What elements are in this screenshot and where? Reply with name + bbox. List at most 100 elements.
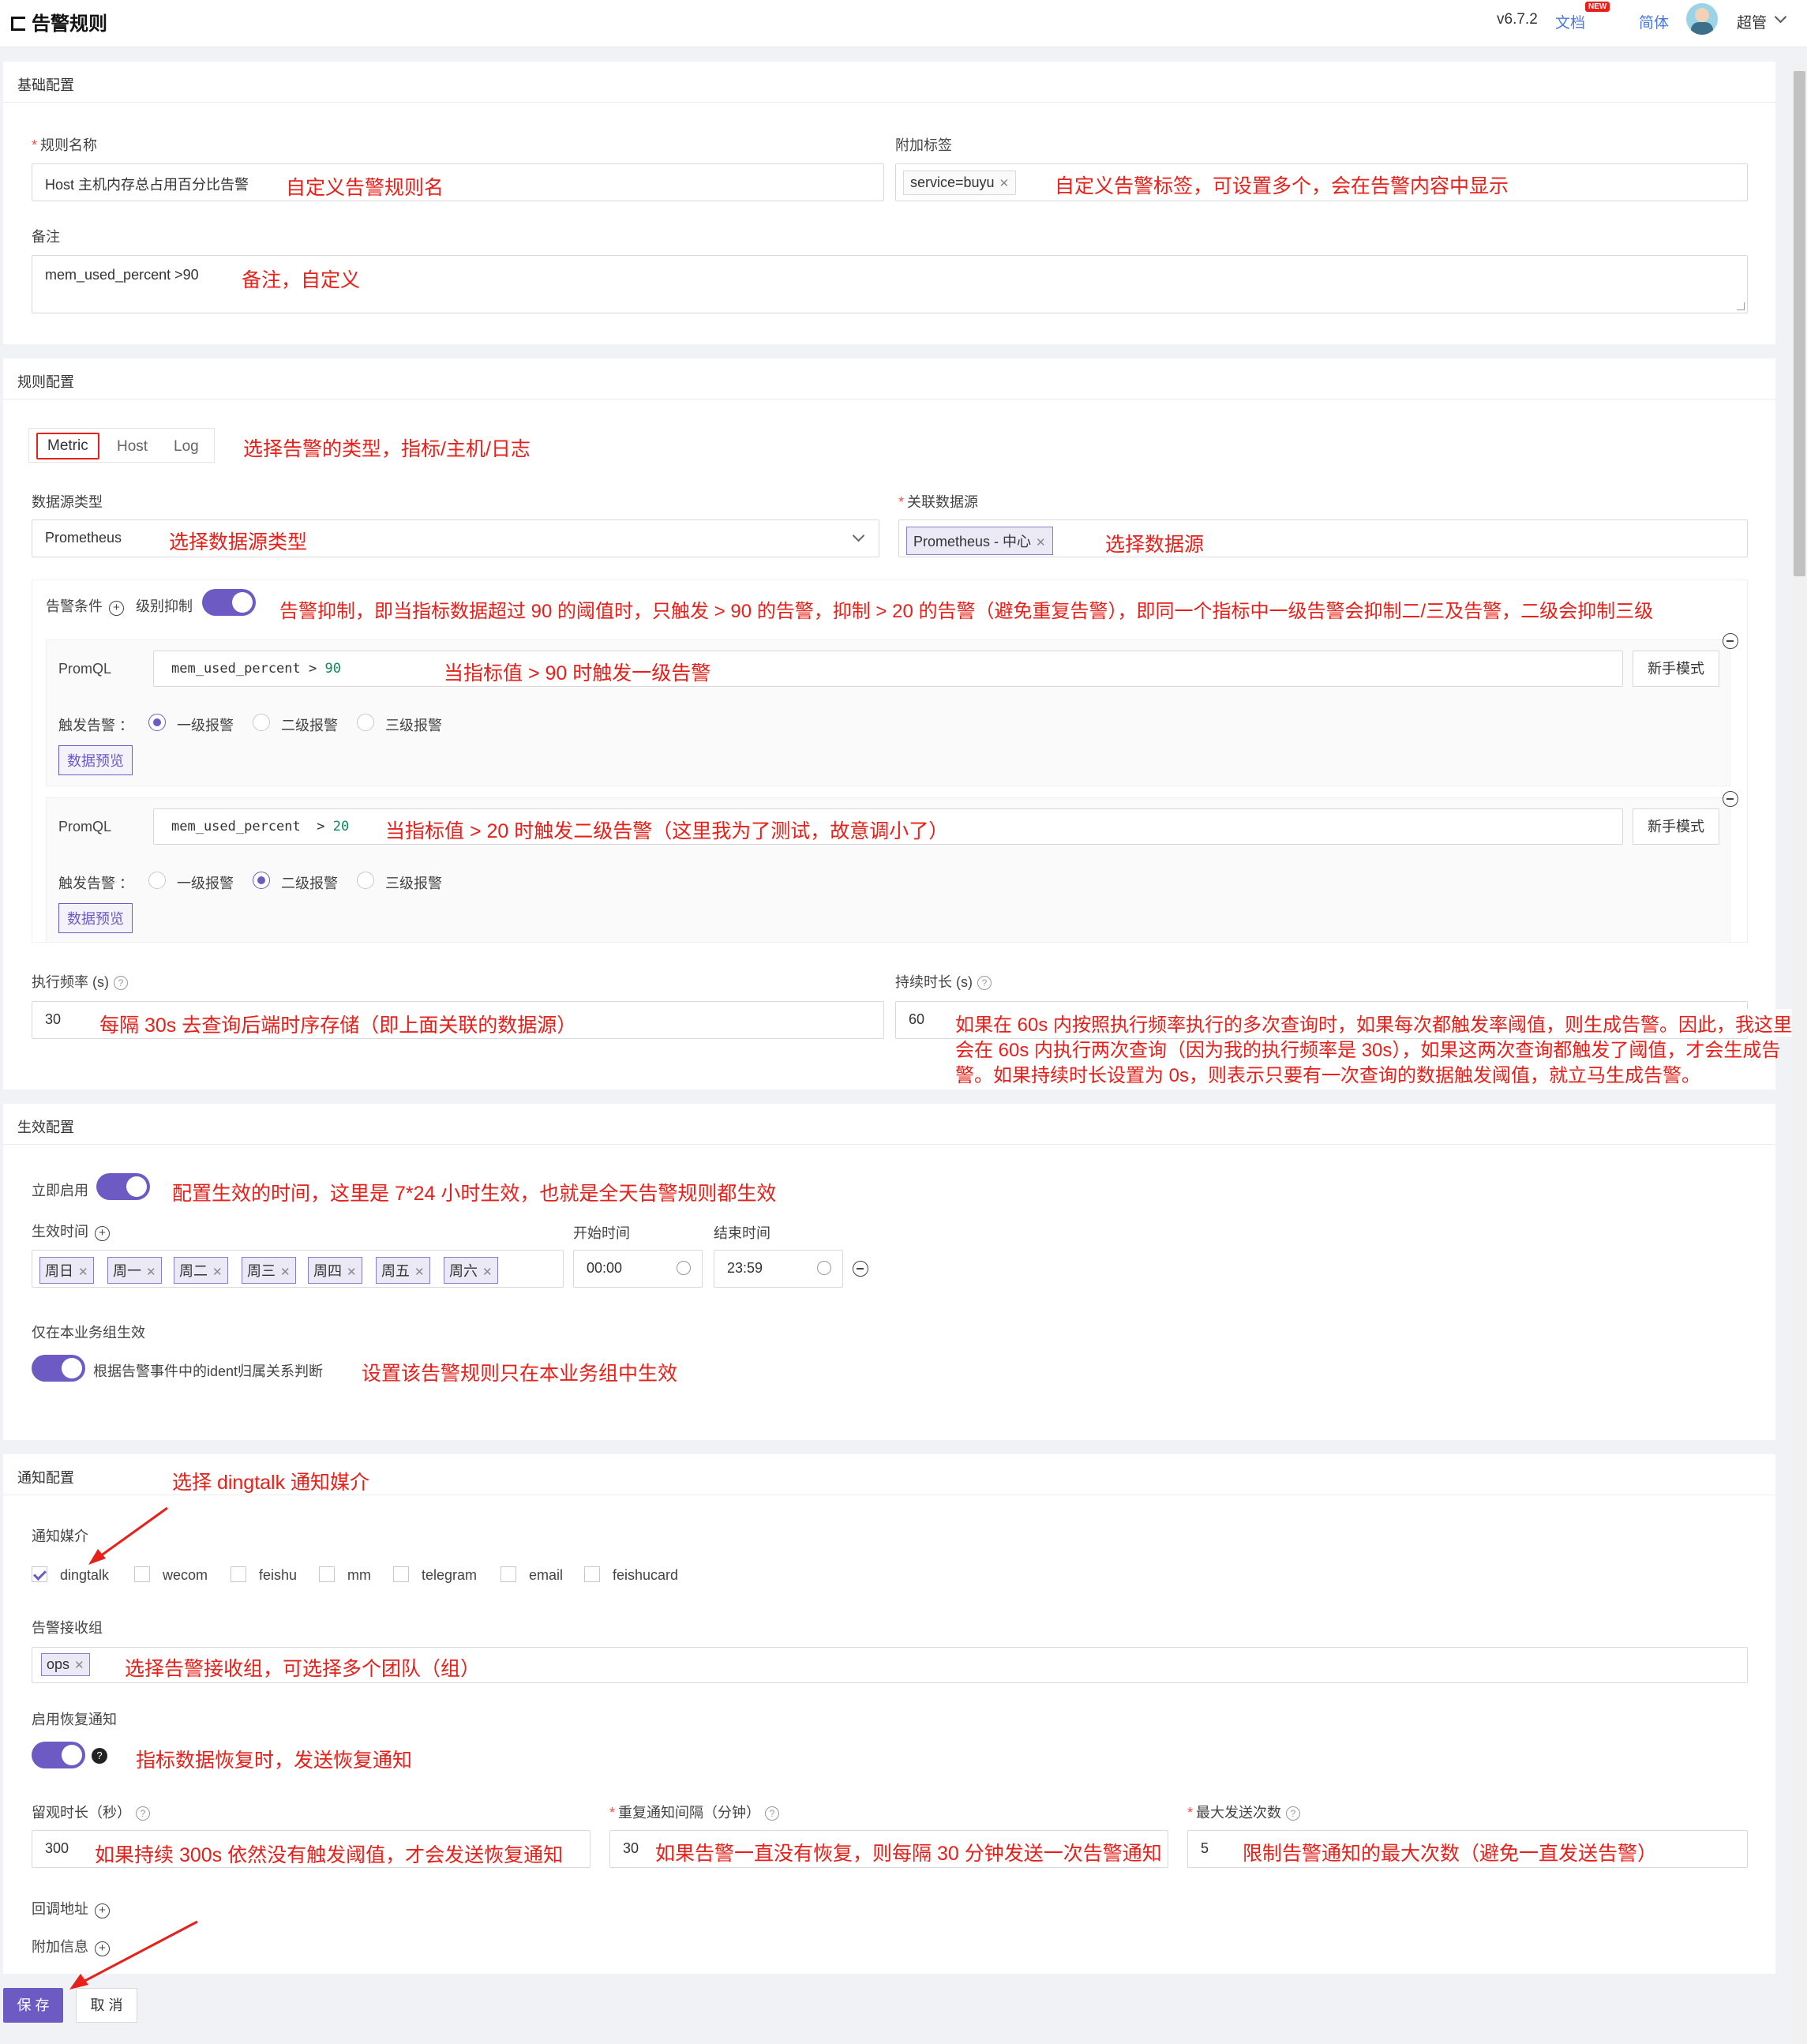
receiver-chip[interactable]: ops ✕ xyxy=(41,1653,90,1676)
bg-only-label: 仅在本业务组生效 xyxy=(32,1325,145,1341)
close-icon[interactable]: ✕ xyxy=(482,1266,493,1279)
add-condition-icon[interactable]: + xyxy=(109,601,124,616)
resize-handle-icon[interactable] xyxy=(1737,302,1745,310)
help-icon[interactable]: ? xyxy=(1286,1806,1301,1821)
close-icon[interactable]: ✕ xyxy=(146,1266,156,1279)
channel-feishu-label: feishu xyxy=(259,1567,298,1583)
day-chip-mon[interactable]: 周一 ✕ xyxy=(107,1257,162,1284)
page-title: 告警规则 xyxy=(11,8,107,36)
notify-config-card: 通知配置 xyxy=(3,1454,1775,1974)
chevron-down-icon[interactable] xyxy=(852,529,865,542)
level-2-radio[interactable] xyxy=(253,714,270,731)
conditions-label: 告警条件 + xyxy=(46,595,124,616)
beginner-mode-button-2[interactable]: 新手模式 xyxy=(1633,808,1719,845)
data-preview-button-2[interactable]: 数据预览 xyxy=(58,903,133,933)
day-chip-tue[interactable]: 周二 ✕ xyxy=(174,1257,228,1284)
enable-toggle[interactable] xyxy=(96,1173,150,1200)
datasource-type-annotation: 选择数据源类型 xyxy=(169,531,308,553)
help-icon[interactable]: ? xyxy=(136,1806,150,1821)
channel-feishucard-checkbox[interactable] xyxy=(584,1566,600,1582)
chevron-down-icon[interactable] xyxy=(1774,10,1787,24)
channel-mm-checkbox[interactable] xyxy=(319,1566,335,1582)
channel-wecom-checkbox[interactable] xyxy=(134,1566,150,1582)
suppress-label: 级别抑制 xyxy=(136,598,193,614)
start-time-picker[interactable]: 00:00 xyxy=(573,1250,703,1288)
top-bar: 告警规则 v6.7.2 文档 NEW 简体 超管 xyxy=(0,0,1807,47)
tab-host[interactable]: Host xyxy=(117,438,148,456)
back-icon[interactable] xyxy=(11,17,25,31)
bg-only-toggle[interactable] xyxy=(32,1355,85,1382)
channel-dingtalk-checkbox[interactable] xyxy=(32,1566,47,1582)
close-icon[interactable]: ✕ xyxy=(74,1659,84,1672)
tags-annotation: 自定义告警标签，可设置多个，会在告警内容中显示 xyxy=(1055,175,1509,197)
remove-time-icon[interactable] xyxy=(853,1261,868,1277)
save-button[interactable]: 保 存 xyxy=(3,1988,63,2023)
frequency-annotation: 每隔 30s 去查询后端时序存储（即上面关联的数据源） xyxy=(99,1014,577,1037)
duration-annotation-line-1: 如果在 60s 内按照执行频率执行的多次查询时，如果每次都触发率阈值，则生成告警… xyxy=(955,1009,1793,1037)
remark-label: 备注 xyxy=(32,229,60,245)
day-chip-sat[interactable]: 周六 ✕ xyxy=(444,1257,498,1284)
recover-toggle[interactable] xyxy=(32,1742,85,1768)
tab-log[interactable]: Log xyxy=(174,438,199,456)
docs-link[interactable]: 文档 xyxy=(1555,11,1585,32)
beginner-mode-button-1[interactable]: 新手模式 xyxy=(1633,651,1719,687)
help-icon[interactable]: ? xyxy=(977,976,992,990)
close-icon[interactable]: ✕ xyxy=(999,177,1010,190)
promql-label: PromQL xyxy=(58,661,112,677)
promql-input-1[interactable]: mem_used_percent > 90 xyxy=(153,651,1623,687)
channel-feishu-checkbox[interactable] xyxy=(231,1566,246,1582)
close-icon[interactable]: ✕ xyxy=(1036,536,1046,549)
trigger-label-2: 触发告警 ： xyxy=(58,876,134,891)
channel-email-checkbox[interactable] xyxy=(500,1566,516,1582)
datasource-annotation: 选择数据源 xyxy=(1105,534,1205,556)
data-preview-button-1[interactable]: 数据预览 xyxy=(58,745,133,775)
day-chip-sun[interactable]: 周日 ✕ xyxy=(39,1257,94,1284)
level-3-label: 三级报警 xyxy=(385,718,442,733)
datasource-type-select[interactable]: Prometheus xyxy=(32,519,879,557)
tag-chip[interactable]: service=buyu ✕ xyxy=(903,171,1017,195)
bg-only-description: 根据告警事件中的ident归属关系判断 xyxy=(93,1363,324,1379)
level-3-radio[interactable] xyxy=(357,872,374,889)
day-chip-fri[interactable]: 周五 ✕ xyxy=(376,1257,430,1284)
remove-query-icon[interactable] xyxy=(1723,633,1738,649)
page-scrollbar[interactable] xyxy=(1792,63,1807,2044)
day-chip-wed[interactable]: 周三 ✕ xyxy=(242,1257,296,1284)
remark-annotation: 备注，自定义 xyxy=(242,269,361,291)
close-icon[interactable]: ✕ xyxy=(212,1266,223,1279)
close-icon[interactable]: ✕ xyxy=(78,1266,88,1279)
receivers-label: 告警接收组 xyxy=(32,1620,103,1636)
new-badge: NEW xyxy=(1585,2,1610,12)
level-1-radio[interactable] xyxy=(148,872,166,889)
channel-mm-label: mm xyxy=(347,1567,371,1583)
rule-name-input[interactable]: Host 主机内存总占用百分比告警 xyxy=(32,163,884,201)
channel-telegram-checkbox[interactable] xyxy=(393,1566,409,1582)
add-time-icon[interactable]: + xyxy=(95,1226,110,1241)
remove-query-icon[interactable] xyxy=(1723,791,1738,807)
promql-label: PromQL xyxy=(58,819,112,834)
duration-annotation-line-3: 警。如果持续时长设置为 0s，则表示只要有一次查询的数据触发阈值，就立马生成告警… xyxy=(955,1065,1701,1086)
user-name[interactable]: 超管 xyxy=(1737,11,1767,32)
level-2-radio[interactable] xyxy=(253,872,270,889)
notify-annotation: 选择 dingtalk 通知媒介 xyxy=(172,1472,370,1494)
help-icon[interactable]: ? xyxy=(92,1748,107,1764)
tab-metric[interactable]: Metric xyxy=(36,433,99,459)
end-time-picker[interactable]: 23:59 xyxy=(714,1250,843,1288)
scrollbar-thumb[interactable] xyxy=(1794,71,1805,576)
cancel-button[interactable]: 取 消 xyxy=(76,1988,137,2023)
datasource-chip[interactable]: Prometheus - 中心 ✕ xyxy=(906,527,1053,555)
language-switch[interactable]: 简体 xyxy=(1639,11,1669,32)
enable-annotation: 配置生效的时间，这里是 7*24 小时生效，也就是全天告警规则都生效 xyxy=(172,1183,777,1205)
suppress-toggle[interactable] xyxy=(202,589,256,616)
avatar[interactable] xyxy=(1686,3,1718,35)
help-icon[interactable]: ? xyxy=(114,976,128,990)
version-label: v6.7.2 xyxy=(1497,11,1538,28)
help-icon[interactable]: ? xyxy=(765,1806,780,1821)
level-1-radio[interactable] xyxy=(148,714,166,731)
level-3-radio[interactable] xyxy=(357,714,374,731)
observe-label: 留观时长（秒）? xyxy=(32,1802,150,1822)
day-chip-thu[interactable]: 周四 ✕ xyxy=(308,1257,362,1284)
close-icon[interactable]: ✕ xyxy=(414,1266,425,1279)
channel-wecom-label: wecom xyxy=(163,1567,208,1583)
close-icon[interactable]: ✕ xyxy=(280,1266,291,1279)
close-icon[interactable]: ✕ xyxy=(347,1266,357,1279)
